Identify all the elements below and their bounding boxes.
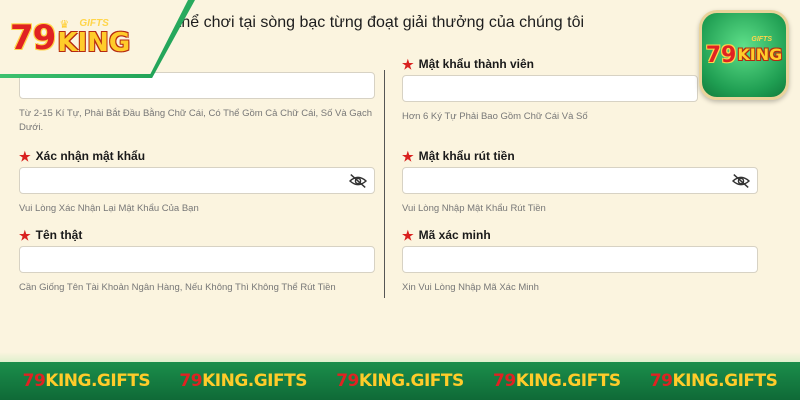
username-hint-line2: Dưới. — [19, 122, 44, 133]
bottom-brand-banner: 79KING.GIFTS 79KING.GIFTS 79KING.GIFTS 7… — [0, 362, 800, 400]
required-star-icon: ★ — [19, 227, 31, 243]
confirm-password-input-box[interactable] — [19, 167, 375, 194]
logo-word: KING — [57, 28, 131, 58]
real-name-input[interactable] — [20, 247, 374, 272]
confirm-password-label-text: Xác nhận mật khẩu — [35, 149, 146, 163]
banner-brand-text: 79KING.GIFTS — [493, 371, 621, 391]
logo-tag: GIFTS — [79, 18, 109, 29]
real-name-label: ★ Tên thật — [19, 228, 375, 242]
real-name-label-text: Tên thật — [35, 228, 83, 242]
required-star-icon: ★ — [19, 148, 31, 164]
withdraw-password-hint: Vui Lòng Nhập Mật Khẩu Rút Tiền — [402, 203, 546, 214]
site-logo[interactable]: 79 ♛ GIFTS KING — [10, 18, 130, 58]
app-icon-word: KING — [737, 45, 783, 64]
withdraw-password-input-box[interactable] — [402, 167, 758, 194]
required-star-icon: ★ — [402, 56, 414, 72]
app-icon-tag: GIFTS — [751, 36, 772, 43]
username-hint-line1: Từ 2-15 Kí Tự, Phải Bắt Đầu Bằng Chữ Cái… — [19, 108, 372, 119]
banner-brand-text: 79KING.GIFTS — [22, 371, 151, 391]
required-star-icon: ★ — [402, 227, 414, 243]
confirm-password-label: ★ Xác nhận mật khẩu — [19, 149, 375, 163]
eye-slash-icon[interactable] — [731, 173, 751, 189]
banner-brand-text: 79KING.GIFTS — [336, 371, 464, 391]
member-password-label-text: Mật khẩu thành viên — [418, 57, 535, 71]
member-password-input[interactable] — [403, 76, 697, 101]
logo-number: 79 — [10, 18, 56, 58]
member-password-hint: Hơn 6 Ký Tự Phải Bao Gồm Chữ Cái Và Số — [402, 111, 588, 122]
real-name-input-box[interactable] — [19, 246, 375, 273]
verification-code-label: ★ Mã xác minh — [402, 228, 758, 242]
confirm-password-input[interactable] — [20, 168, 374, 193]
withdraw-password-input[interactable] — [403, 168, 757, 193]
verification-code-hint: Xin Vui Lòng Nhập Mã Xác Minh — [402, 282, 539, 293]
app-icon[interactable]: 79 GIFTS KING — [699, 10, 789, 100]
column-divider — [384, 70, 385, 298]
real-name-hint: Cần Giống Tên Tài Khoản Ngân Hàng, Nếu K… — [19, 282, 336, 293]
verification-code-label-text: Mã xác minh — [418, 228, 491, 242]
crown-icon: ♛ — [59, 19, 70, 31]
intro-text: ra là có thể chơi tại sòng bạc từng đoạt… — [120, 14, 585, 31]
username-hint: Từ 2-15 Kí Tự, Phải Bắt Đầu Bằng Chữ Cái… — [19, 107, 375, 135]
confirm-password-hint: Vui Lòng Xác Nhận Lại Mật Khẩu Của Bạn — [19, 203, 199, 214]
banner-brand-text: 79KING.GIFTS — [649, 371, 778, 391]
banner-brand-text: 79KING.GIFTS — [179, 371, 307, 391]
eye-slash-icon[interactable] — [348, 173, 368, 189]
verification-code-input[interactable] — [403, 247, 757, 272]
app-icon-number: 79 — [705, 42, 737, 68]
member-password-input-box[interactable] — [402, 75, 698, 102]
required-star-icon: ★ — [402, 148, 414, 164]
real-name-field-group: ★ Tên thật Cần Giống Tên Tài Khoản Ngân … — [19, 228, 375, 295]
verification-code-field-group: ★ Mã xác minh Xin Vui Lòng Nhập Mã Xác M… — [402, 228, 758, 295]
verification-code-input-box[interactable] — [402, 246, 758, 273]
withdraw-password-label-text: Mật khẩu rút tiền — [418, 149, 515, 163]
withdraw-password-label: ★ Mật khẩu rút tiền — [402, 149, 758, 163]
withdraw-password-field-group: ★ Mật khẩu rút tiền Vui Lòng Nhập Mật Kh… — [402, 149, 758, 216]
confirm-password-field-group: ★ Xác nhận mật khẩu Vui Lòng Xác Nhận Lạ… — [19, 149, 375, 216]
